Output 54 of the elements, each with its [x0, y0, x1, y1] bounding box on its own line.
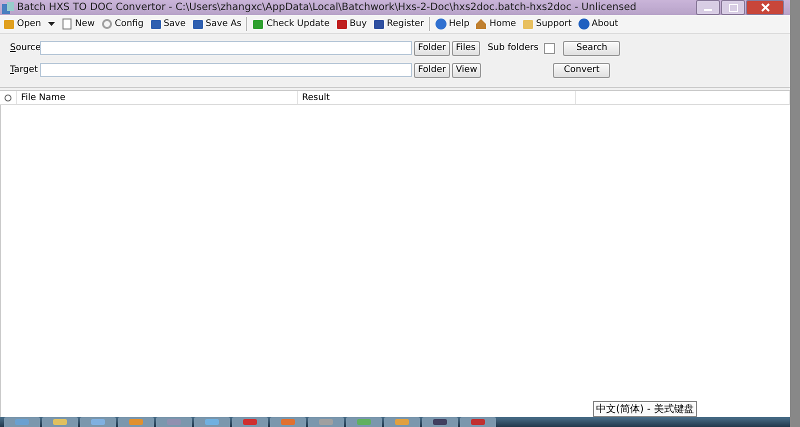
toolbar-button[interactable]: Config: [98, 16, 147, 32]
source-field[interactable]: [40, 41, 412, 55]
home-icon: [475, 18, 488, 30]
app-icon: [433, 419, 447, 425]
app-icon: [281, 419, 295, 425]
column-header[interactable]: Result: [298, 91, 576, 104]
close-button[interactable]: [746, 0, 784, 15]
dropdown-arrow-icon: [48, 22, 56, 26]
app-icon: [91, 419, 105, 425]
taskbar-app-button[interactable]: [232, 417, 268, 427]
app-icon: [1, 0, 15, 14]
taskbar-app-button[interactable]: [42, 417, 78, 427]
search-button[interactable]: Search: [563, 40, 620, 56]
app-icon: [243, 419, 257, 425]
target-label: Target: [10, 65, 38, 75]
taskbar-app-button[interactable]: [422, 417, 458, 427]
source-button[interactable]: Folder: [414, 40, 450, 56]
close-icon: [760, 3, 770, 12]
app-icon: [129, 419, 143, 425]
ime-tooltip: 中文(简体) - 美式键盘: [593, 401, 697, 417]
app-icon: [471, 419, 485, 425]
page-icon: [61, 18, 74, 30]
toolbar-button[interactable]: New: [58, 16, 98, 32]
subfolders-label: Sub folders: [488, 43, 538, 53]
toolbar-button[interactable]: Save As: [188, 16, 244, 32]
toolbar-button[interactable]: About: [574, 16, 622, 32]
toolbar-button[interactable]: Check Update: [249, 16, 333, 32]
toolbar-button[interactable]: Home: [472, 16, 520, 32]
taskbar-app-button[interactable]: [460, 417, 496, 427]
source-label: Source: [10, 43, 38, 53]
status-column-icon: [4, 94, 12, 102]
toolbar-button[interactable]: Help: [432, 16, 472, 32]
maximize-button[interactable]: [721, 0, 745, 15]
app-icon: [357, 419, 371, 425]
app-icon: [205, 419, 219, 425]
toolbar-button[interactable]: Buy: [332, 16, 370, 32]
minimize-button[interactable]: [696, 0, 720, 15]
app-icon: [395, 419, 409, 425]
target-button[interactable]: Folder: [414, 62, 450, 78]
app-icon: [53, 419, 67, 425]
toolbar-button[interactable]: Save: [146, 16, 189, 32]
toolbar-button[interactable]: Support: [519, 16, 575, 32]
convert-button[interactable]: Convert: [553, 62, 610, 78]
source-button[interactable]: Files: [452, 40, 480, 56]
target-button[interactable]: View: [452, 62, 482, 78]
window-title: Batch HXS TO DOC Convertor - C:\Users\zhangxc\AppData\Local\Batchwork\Hxs-2-Doc\hxs2doc.batch-hxs2doc - Unlicensed: [17, 2, 636, 13]
toolbar-button[interactable]: Open: [0, 16, 58, 32]
gear-icon: [100, 18, 113, 30]
toolbar-button[interactable]: Register: [370, 16, 427, 32]
app-icon: [15, 419, 29, 425]
subfolders-checkbox[interactable]: [544, 42, 556, 54]
column-header[interactable]: File Name: [17, 91, 298, 104]
app-icon: [319, 419, 333, 425]
target-field[interactable]: [40, 63, 412, 77]
